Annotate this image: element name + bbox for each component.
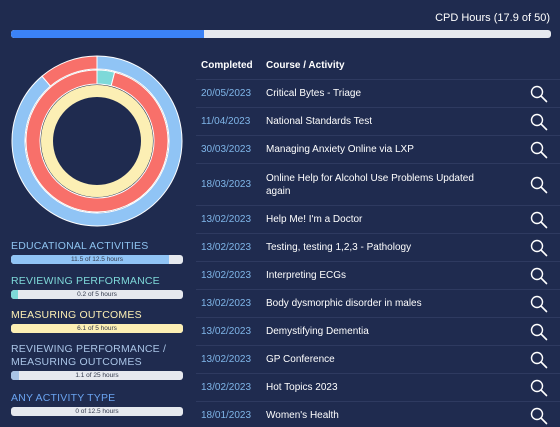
- table-header: Completed Course / Activity: [196, 52, 560, 80]
- category-hours-text: 1.1 of 25 hours: [75, 372, 119, 379]
- search-icon[interactable]: [530, 113, 548, 131]
- category-hours-text: 11.5 of 12.5 hours: [71, 256, 123, 263]
- completed-date: 13/02/2023: [201, 298, 252, 309]
- completed-date: 13/02/2023: [201, 326, 252, 337]
- course-title: Interpreting ECGs: [266, 270, 347, 281]
- completed-date: 13/02/2023: [201, 214, 252, 225]
- category-hours-text: 0.2 of 5 hours: [77, 291, 117, 298]
- table-row: 18/03/2023 Online Help for Alcohol Use Pr…: [196, 164, 560, 206]
- table-row: 13/02/2023 Hot Topics 2023: [196, 374, 560, 402]
- table-row: 20/05/2023 Critical Bytes - Triage: [196, 80, 560, 108]
- table-row: 13/02/2023 Interpreting ECGs: [196, 262, 560, 290]
- search-icon[interactable]: [530, 267, 548, 285]
- table-row: 13/02/2023 GP Conference: [196, 346, 560, 374]
- completed-date: 18/01/2023: [201, 410, 252, 421]
- course-title: Managing Anxiety Online via LXP: [266, 144, 414, 155]
- course-title: Body dysmorphic disorder in males: [266, 298, 422, 309]
- table-row: 18/01/2023 Women's Health: [196, 402, 560, 427]
- course-title: Hot Topics 2023: [266, 382, 338, 393]
- table-row: 11/04/2023 National Standards Test: [196, 108, 560, 136]
- donut-center: [54, 98, 140, 184]
- cpd-progress-bar: [11, 30, 551, 38]
- course-title: Women's Health: [266, 410, 339, 421]
- category-progress-bar: 0 of 12.5 hours: [11, 407, 183, 416]
- category-1: EDUCATIONAL ACTIVITIES 11.5 of 12.5 hours: [11, 240, 183, 264]
- completed-date: 13/02/2023: [201, 354, 252, 365]
- category-title[interactable]: MEASURING OUTCOMES: [11, 309, 183, 322]
- completed-column-header[interactable]: Completed: [196, 60, 261, 71]
- search-icon[interactable]: [530, 379, 548, 397]
- search-icon[interactable]: [530, 351, 548, 369]
- table-row: 13/02/2023 Help Me! I'm a Doctor: [196, 206, 560, 234]
- course-title: Critical Bytes - Triage: [266, 88, 362, 99]
- completed-date: 13/02/2023: [201, 382, 252, 393]
- course-title: GP Conference: [266, 354, 335, 365]
- completed-date: 30/03/2023: [201, 144, 252, 155]
- category-2: REVIEWING PERFORMANCE 0.2 of 5 hours: [11, 275, 183, 299]
- category-hours-text: 0 of 12.5 hours: [75, 408, 119, 415]
- course-column-header[interactable]: Course / Activity: [261, 60, 345, 71]
- cpd-hours-label: CPD Hours (17.9 of 50): [435, 12, 550, 24]
- course-title: Help Me! I'm a Doctor: [266, 214, 363, 225]
- search-icon[interactable]: [530, 141, 548, 159]
- category-progress-bar: 0.2 of 5 hours: [11, 290, 183, 299]
- category-title[interactable]: ANY ACTIVITY TYPE: [11, 392, 183, 405]
- search-icon[interactable]: [530, 295, 548, 313]
- cpd-progress-fill: [11, 30, 205, 38]
- course-title: Demystifying Dementia: [266, 326, 369, 337]
- completed-date: 11/04/2023: [201, 116, 251, 127]
- search-icon[interactable]: [530, 323, 548, 341]
- category-progress-bar: 1.1 of 25 hours: [11, 371, 183, 380]
- category-title[interactable]: REVIEWING PERFORMANCE: [11, 275, 183, 288]
- completed-date: 20/05/2023: [201, 88, 252, 99]
- completed-date: 18/03/2023: [201, 179, 252, 190]
- course-title: National Standards Test: [266, 116, 372, 127]
- activity-donut-chart: [11, 55, 183, 227]
- course-title: Online Help for Alcohol Use Problems Upd…: [266, 172, 474, 197]
- search-icon[interactable]: [530, 407, 548, 425]
- table-row: 13/02/2023 Demystifying Dementia: [196, 318, 560, 346]
- category-3: MEASURING OUTCOMES 6.1 of 5 hours: [11, 309, 183, 333]
- category-progress-bar: 6.1 of 5 hours: [11, 324, 183, 333]
- category-progress-bar: 11.5 of 12.5 hours: [11, 255, 183, 264]
- table-row: 13/02/2023 Body dysmorphic disorder in ma…: [196, 290, 560, 318]
- category-title[interactable]: EDUCATIONAL ACTIVITIES: [11, 240, 183, 253]
- table-row: 13/02/2023 Testing, testing 1,2,3 - Patho…: [196, 234, 560, 262]
- completed-date: 13/02/2023: [201, 270, 252, 281]
- search-icon[interactable]: [530, 176, 548, 194]
- activity-table: Completed Course / Activity 20/05/2023 Cr…: [196, 52, 560, 427]
- course-title: Testing, testing 1,2,3 - Pathology: [266, 242, 412, 253]
- category-title[interactable]: REVIEWING PERFORMANCE / MEASURING OUTCOM…: [11, 343, 183, 369]
- category-4: REVIEWING PERFORMANCE / MEASURING OUTCOM…: [11, 343, 183, 380]
- search-icon[interactable]: [530, 85, 548, 103]
- search-icon[interactable]: [530, 239, 548, 257]
- table-row: 30/03/2023 Managing Anxiety Online via LX…: [196, 136, 560, 164]
- category-hours-text: 6.1 of 5 hours: [77, 325, 117, 332]
- search-icon[interactable]: [530, 211, 548, 229]
- category-5: ANY ACTIVITY TYPE 0 of 12.5 hours: [11, 392, 183, 416]
- completed-date: 13/02/2023: [201, 242, 252, 253]
